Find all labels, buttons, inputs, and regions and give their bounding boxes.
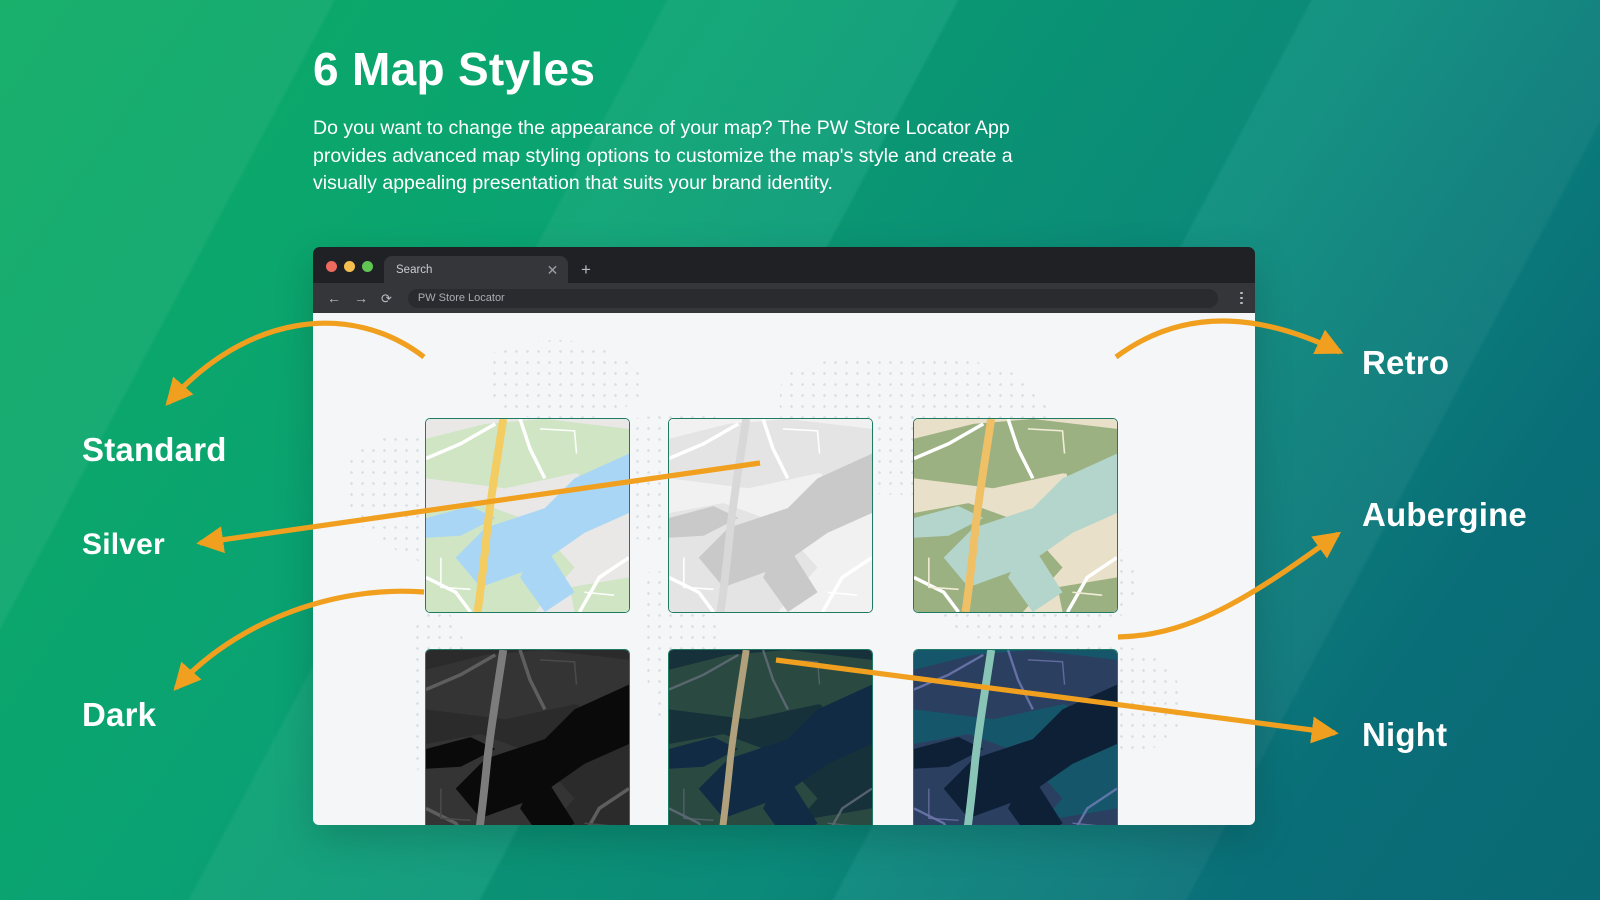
address-bar-value: PW Store Locator bbox=[417, 292, 505, 304]
page-title: 6 Map Styles bbox=[313, 43, 596, 95]
map-card-standard[interactable] bbox=[425, 418, 630, 613]
reload-icon[interactable]: ⟳ bbox=[381, 292, 392, 305]
map-thumbnail-retro bbox=[914, 419, 1117, 612]
map-thumbnail-dark bbox=[426, 650, 629, 825]
plus-icon[interactable]: + bbox=[581, 261, 591, 278]
arrow-left-icon[interactable]: ← bbox=[327, 291, 341, 305]
map-style-label-silver: Silver bbox=[82, 528, 165, 561]
map-style-grid bbox=[313, 313, 1255, 825]
arrow-right-icon[interactable]: → bbox=[354, 291, 368, 305]
window-controls bbox=[313, 261, 384, 283]
app-content-panel bbox=[313, 313, 1255, 825]
map-thumbnail-aubergine bbox=[669, 650, 872, 825]
close-icon[interactable]: ✕ bbox=[546, 263, 559, 277]
close-window-button[interactable] bbox=[326, 261, 337, 272]
browser-window: Search ✕ + ← → ⟳ PW Store Locator bbox=[313, 247, 1255, 825]
browser-nav-bar: ← → ⟳ PW Store Locator bbox=[313, 283, 1255, 313]
map-style-label-night: Night bbox=[1362, 716, 1448, 753]
map-card-night[interactable] bbox=[913, 649, 1118, 825]
map-style-label-standard: Standard bbox=[82, 431, 227, 468]
page-description: Do you want to change the appearance of … bbox=[313, 117, 1013, 194]
map-card-dark[interactable] bbox=[425, 649, 630, 825]
address-bar[interactable]: PW Store Locator bbox=[407, 288, 1219, 308]
map-card-aubergine[interactable] bbox=[668, 649, 873, 825]
map-thumbnail-silver bbox=[669, 419, 872, 612]
kebab-menu-icon[interactable] bbox=[1240, 291, 1243, 305]
maximize-window-button[interactable] bbox=[362, 261, 373, 272]
browser-tab-label: Search bbox=[396, 263, 433, 276]
minimize-window-button[interactable] bbox=[344, 261, 355, 272]
map-card-retro[interactable] bbox=[913, 418, 1118, 613]
browser-tab-bar: Search ✕ + bbox=[313, 247, 1255, 283]
map-style-label-retro: Retro bbox=[1362, 344, 1450, 381]
map-style-label-dark: Dark bbox=[82, 696, 157, 733]
map-card-silver[interactable] bbox=[668, 418, 873, 613]
browser-tab[interactable]: Search ✕ bbox=[384, 256, 568, 283]
map-thumbnail-standard bbox=[426, 419, 629, 612]
map-thumbnail-night bbox=[914, 650, 1117, 825]
map-style-label-aubergine: Aubergine bbox=[1362, 496, 1527, 533]
